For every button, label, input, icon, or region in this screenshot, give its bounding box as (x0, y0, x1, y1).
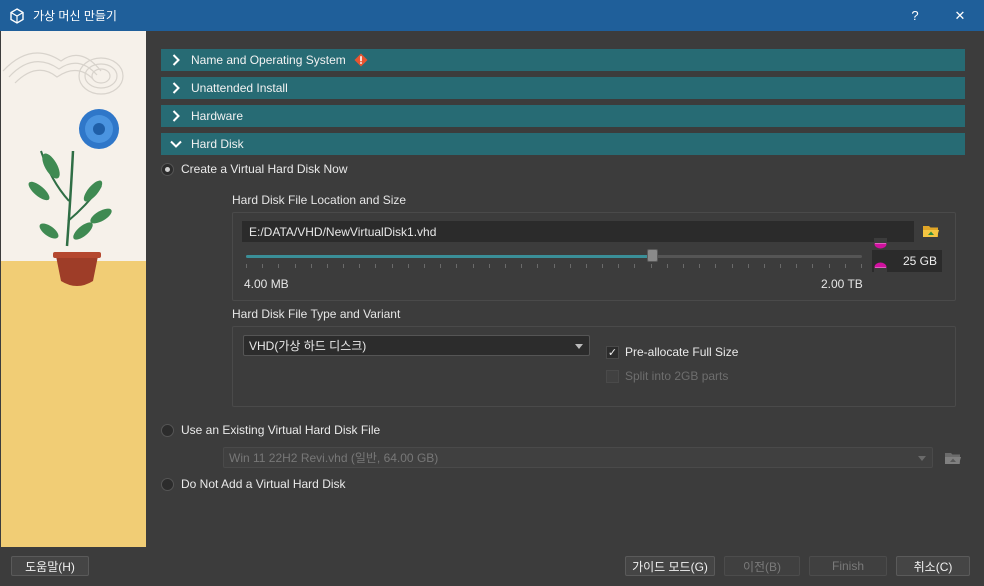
slider-tick (602, 264, 603, 268)
existing-disk-label: Use an Existing Virtual Hard Disk File (181, 423, 381, 437)
radio-indicator (161, 162, 174, 176)
slider-tick (505, 264, 506, 268)
slider-tick (554, 264, 555, 268)
slider-ticks (246, 264, 862, 268)
virtualbox-icon (9, 7, 25, 24)
help-button[interactable]: 도움말(H) (11, 556, 89, 576)
check-icon: ✓ (606, 345, 619, 359)
wizard-illustration (1, 31, 146, 547)
slider-tick (343, 264, 344, 268)
radio-indicator (161, 423, 174, 437)
slider-tick (732, 264, 733, 268)
section-label: Name and Operating System (191, 53, 346, 67)
split-label: Split into 2GB parts (625, 369, 729, 383)
create-disk-label: Create a Virtual Hard Disk Now (181, 162, 348, 176)
disk-size-slider-fill (246, 255, 653, 258)
section-name-and-os[interactable]: Name and Operating System (161, 49, 965, 71)
section-hard-disk[interactable]: Hard Disk (161, 133, 965, 155)
window-title: 가상 머신 만들기 (33, 9, 117, 23)
type-group-label: Hard Disk File Type and Variant (232, 307, 401, 321)
preallocate-checkbox[interactable]: ✓ Pre-allocate Full Size (606, 345, 738, 359)
slider-tick (473, 264, 474, 268)
slider-tick (311, 264, 312, 268)
slider-tick (748, 264, 749, 268)
slider-min-label: 4.00 MB (244, 277, 289, 291)
slider-tick (359, 264, 360, 268)
slider-tick (375, 264, 376, 268)
slider-tick (456, 264, 457, 268)
slider-tick (424, 264, 425, 268)
guided-mode-button[interactable]: 가이드 모드(G) (625, 556, 715, 576)
slider-max-label: 2.00 TB (821, 277, 863, 291)
chevron-down-icon (161, 140, 191, 148)
preallocate-label: Pre-allocate Full Size (625, 345, 739, 359)
slider-tick (537, 264, 538, 268)
slider-tick (440, 264, 441, 268)
slider-tick (570, 264, 571, 268)
close-window-button[interactable]: ✕ (940, 0, 980, 31)
folder-open-icon[interactable] (922, 222, 940, 240)
location-group-label: Hard Disk File Location and Size (232, 193, 407, 207)
section-label: Unattended Install (191, 81, 288, 95)
slider-tick (667, 264, 668, 268)
chevron-right-icon (161, 82, 191, 94)
slider-tick (392, 264, 393, 268)
slider-tick (489, 264, 490, 268)
back-button[interactable]: 이전(B) (724, 556, 800, 576)
slider-tick (764, 264, 765, 268)
spin-up-icon[interactable] (874, 238, 887, 249)
slider-tick (521, 264, 522, 268)
section-label: Hardware (191, 109, 244, 123)
chevron-down-icon (575, 343, 583, 349)
slider-tick (812, 264, 813, 268)
disk-type-value: VHD(가상 하드 디스크) (249, 339, 367, 353)
section-hardware[interactable]: Hardware (161, 105, 965, 127)
slider-tick (295, 264, 296, 268)
slider-tick (796, 264, 797, 268)
wizard-content: Name and Operating System Unattended Ins… (146, 31, 984, 547)
radio-indicator (161, 477, 174, 491)
help-title-button[interactable]: ? (895, 0, 935, 31)
disk-type-select[interactable]: VHD(가상 하드 디스크) (243, 335, 590, 356)
existing-disk-value: Win 11 22H2 Revi.vhd (일반, 64.00 GB) (229, 451, 439, 465)
slider-tick (845, 264, 846, 268)
slider-tick (246, 264, 247, 268)
title-bar: 가상 머신 만들기 ? ✕ (0, 0, 984, 31)
section-label: Hard Disk (191, 137, 244, 151)
chevron-down-icon (918, 455, 926, 461)
section-unattended-install[interactable]: Unattended Install (161, 77, 965, 99)
slider-tick (699, 264, 700, 268)
disk-size-slider-handle[interactable] (646, 249, 658, 262)
slider-tick (683, 264, 684, 268)
slider-tick (408, 264, 409, 268)
split-checkbox[interactable]: Split into 2GB parts (606, 369, 728, 383)
slider-tick (715, 264, 716, 268)
no-disk-label: Do Not Add a Virtual Hard Disk (181, 477, 346, 491)
cancel-button[interactable]: 취소(C) (896, 556, 970, 576)
slider-tick (278, 264, 279, 268)
spin-down-icon[interactable] (874, 262, 887, 273)
create-disk-radio[interactable]: Create a Virtual Hard Disk Now (161, 162, 348, 176)
existing-disk-radio[interactable]: Use an Existing Virtual Hard Disk File (161, 423, 380, 437)
slider-tick (829, 264, 830, 268)
folder-open-icon[interactable] (944, 449, 962, 467)
no-disk-radio[interactable]: Do Not Add a Virtual Hard Disk (161, 477, 346, 491)
warning-icon (354, 53, 368, 67)
slider-tick (618, 264, 619, 268)
chevron-right-icon (161, 54, 191, 66)
chevron-right-icon (161, 110, 191, 122)
slider-tick (780, 264, 781, 268)
slider-tick (861, 264, 862, 268)
slider-tick (327, 264, 328, 268)
checkbox-box (606, 369, 619, 383)
existing-disk-select[interactable]: Win 11 22H2 Revi.vhd (일반, 64.00 GB) (223, 447, 933, 468)
slider-tick (651, 264, 652, 268)
slider-tick (262, 264, 263, 268)
slider-tick (634, 264, 635, 268)
slider-tick (586, 264, 587, 268)
disk-path-input[interactable]: E:/DATA/VHD/NewVirtualDisk1.vhd (242, 221, 914, 242)
finish-button[interactable]: Finish (809, 556, 887, 576)
